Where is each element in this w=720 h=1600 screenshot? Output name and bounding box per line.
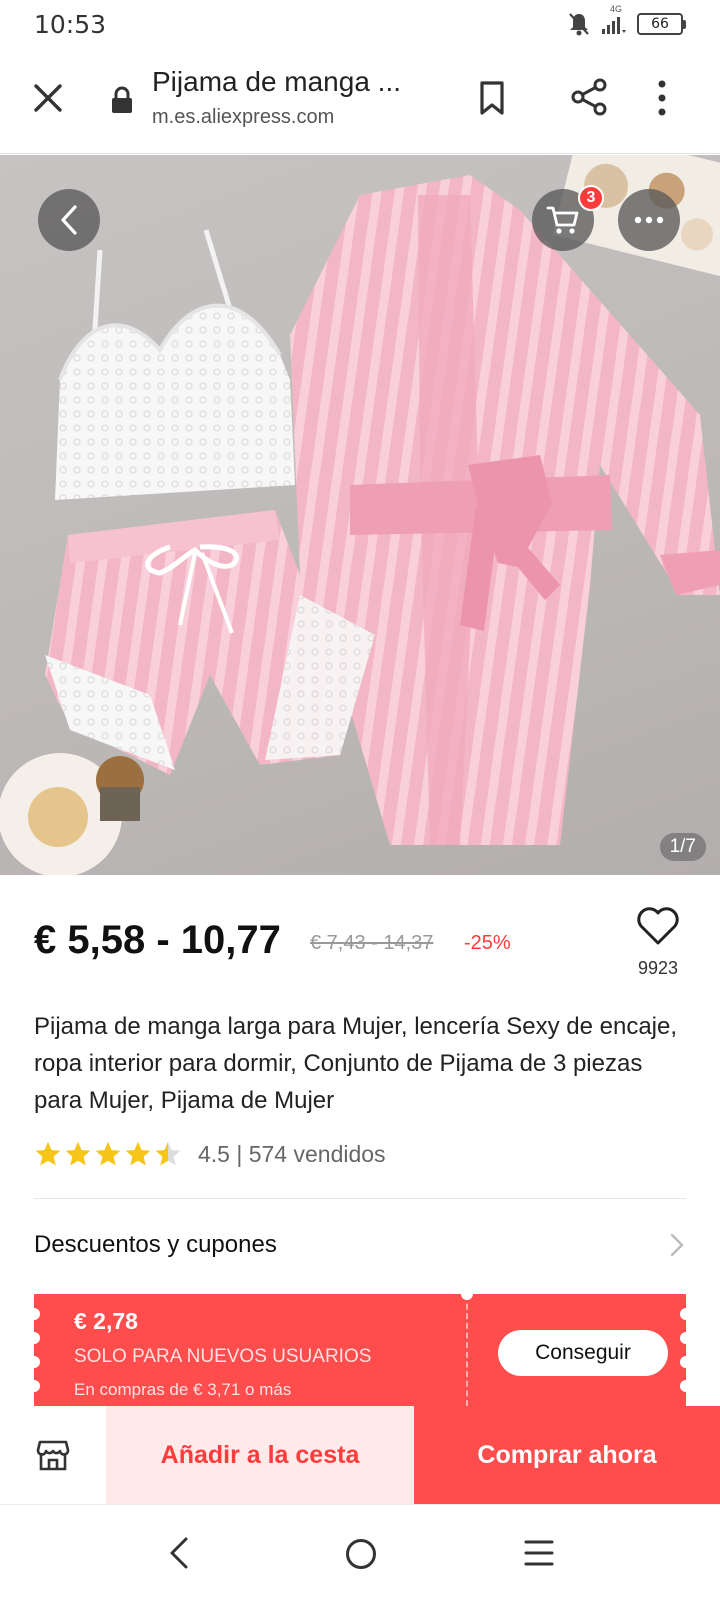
recent-apps-icon[interactable] [524,1537,554,1569]
star-icon [65,1141,91,1166]
product-photo [0,155,720,875]
store-button[interactable] [0,1406,106,1504]
coupons-section-label: Descuentos y cupones [34,1231,277,1258]
coupon-separator [466,1294,468,1406]
star-icon [95,1141,121,1166]
coupon-condition: En compras de € 3,71 o más [74,1380,292,1399]
signal-icon [602,17,626,34]
get-coupon-button[interactable]: Conseguir [498,1330,668,1376]
cart-count-badge: 3 [578,185,604,211]
image-counter: 1/7 [659,833,706,861]
rating-row[interactable]: 4.5 | 574 vendidos [34,1140,386,1168]
gallery-more-button[interactable] [618,189,680,251]
original-price: € 7,43 - 14,37 [310,932,434,954]
network-type: 4G [609,4,622,14]
chevron-right-icon [670,1233,684,1257]
product-price: € 5,58 - 10,77 [34,918,281,962]
home-icon[interactable] [344,1537,378,1571]
more-vertical-icon[interactable] [652,78,672,118]
battery-level: 66 [637,13,683,35]
store-icon [36,1440,70,1471]
system-navigation-bar [0,1504,720,1600]
more-horizontal-icon [634,216,664,224]
purchase-action-bar: Añadir a la cesta Comprar ahora [0,1406,720,1504]
star-icon [35,1141,61,1166]
wishlist-count: 9923 [637,958,679,978]
new-user-coupon-card: € 2,78 SOLO PARA NUEVOS USUARIOS En comp… [34,1294,686,1406]
page-url[interactable]: m.es.aliexpress.com [152,106,334,129]
back-icon[interactable] [166,1535,194,1571]
status-bar: 10:53 4G 66 [0,0,720,48]
gallery-back-button[interactable] [38,189,100,251]
chevron-left-icon [61,205,77,235]
share-icon[interactable] [568,76,610,118]
status-time: 10:53 [34,9,107,39]
browser-toolbar: Pijama de manga ... m.es.aliexpress.com [0,48,720,154]
coupon-amount: € 2,78 [74,1308,138,1334]
battery-icon: 66 [637,13,686,35]
discount-badge: -25% [464,932,511,954]
divider [34,1198,686,1199]
cart-icon [546,206,579,234]
page-title[interactable]: Pijama de manga ... [152,66,401,98]
rating-stars [34,1140,182,1168]
mute-notifications-icon [569,13,589,36]
add-to-cart-button[interactable]: Añadir a la cesta [106,1406,414,1504]
product-image-gallery[interactable]: 3 1/7 [0,155,720,875]
half-star-icon [155,1141,181,1166]
close-icon[interactable] [28,78,68,118]
star-icon [125,1141,151,1166]
buy-now-button[interactable]: Comprar ahora [414,1406,720,1504]
lock-icon [112,86,132,113]
bookmark-icon[interactable] [472,78,512,118]
rating-and-sales: 4.5 | 574 vendidos [198,1140,386,1167]
status-icons: 4G 66 [567,4,686,37]
heart-icon[interactable] [636,906,680,946]
product-title: Pijama de manga larga para Mujer, lencer… [34,1013,678,1114]
discounts-coupons-row[interactable]: Descuentos y cupones [34,1222,686,1268]
coupon-audience: SOLO PARA NUEVOS USUARIOS [74,1346,372,1367]
